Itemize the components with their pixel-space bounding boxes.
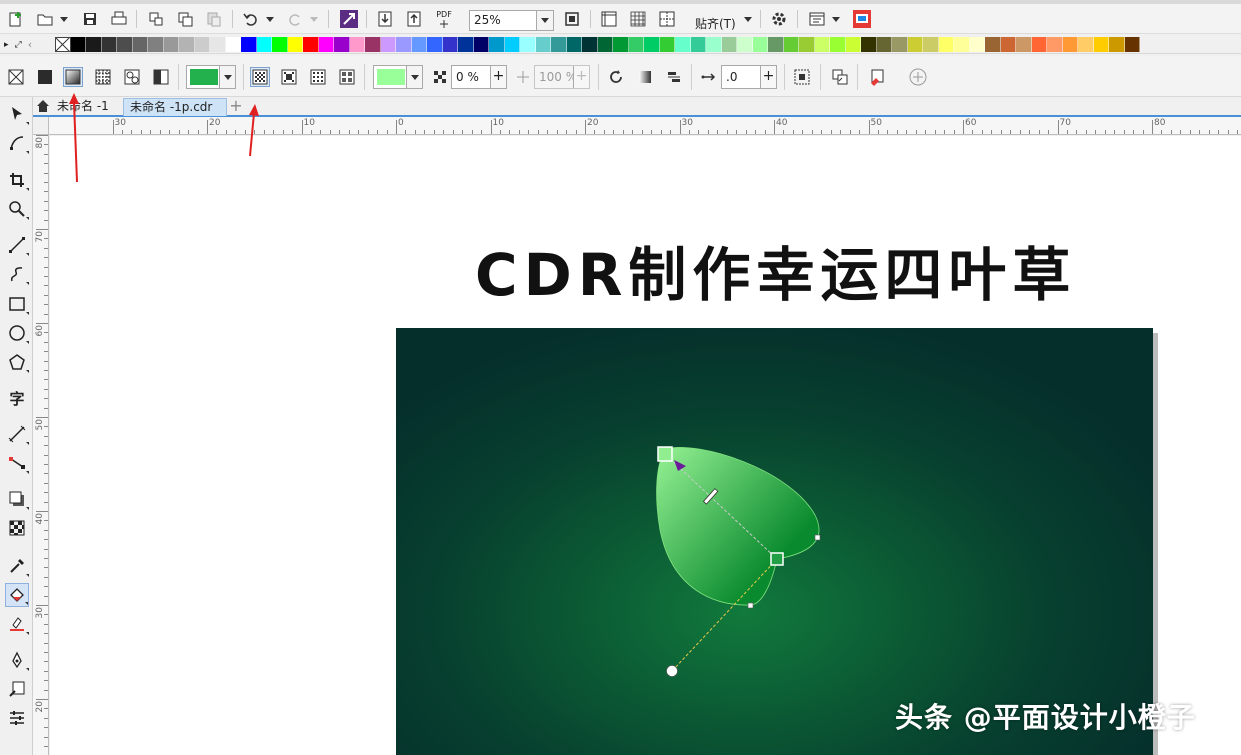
annotation-arrow-fountain-fill xyxy=(69,93,79,183)
leaf-control-node-bottom[interactable] xyxy=(747,602,754,609)
fill-start-node[interactable] xyxy=(657,446,673,462)
leaf-shape[interactable] xyxy=(656,447,820,606)
leaf-control-node-right[interactable] xyxy=(814,534,821,541)
annotation-arrow-new-tab xyxy=(249,104,259,157)
canvas-overlay xyxy=(69,93,821,677)
watermark-text: 头条 @平面设计小橙子 xyxy=(895,701,1196,734)
fill-width-handle[interactable] xyxy=(666,665,678,677)
fill-end-node[interactable] xyxy=(770,552,784,566)
